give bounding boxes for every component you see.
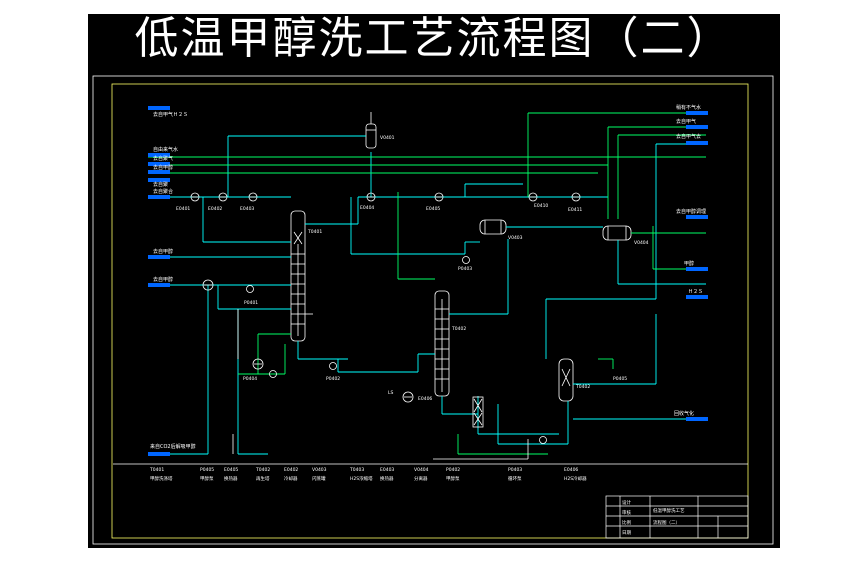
legend-desc-9: 分离器 [414, 475, 428, 482]
tag-e0403: E0403 [240, 206, 254, 212]
legend-tag-7: T0403 [349, 467, 364, 473]
tag-e0404: E0404 [360, 205, 374, 211]
pumps[interactable] [246, 256, 547, 444]
legend-desc-6: 闪蒸罐 [312, 475, 326, 482]
label-in8: 去自甲醇 [153, 276, 173, 283]
legend-tag-5: E0402 [284, 467, 298, 473]
title-drawing: 流程图（二） [653, 519, 680, 526]
flow-diagram: T0401 T0402 T0402 V0401 V0403 V0404 E040… [92, 75, 774, 545]
tag-e0401: E0401 [176, 206, 190, 212]
label-out7: 回收气化 [674, 410, 694, 417]
legend-tag-6: V0403 [312, 467, 327, 473]
vessel-v0404[interactable] [602, 225, 632, 241]
vessel-v0403[interactable] [479, 219, 507, 235]
legend-tag-4: T0402 [255, 467, 270, 473]
legend-desc-11: 循环泵 [508, 475, 522, 482]
vessel-v0401[interactable] [365, 112, 377, 149]
legend-tag-1: T0401 [149, 467, 164, 473]
tower-right[interactable] [558, 358, 574, 402]
label-in7: 去自甲醇 [153, 248, 173, 255]
green-process-lines [148, 112, 706, 455]
tag-vessel-v0404: V0404 [634, 240, 649, 246]
label-out2: 去自甲气 [676, 118, 696, 125]
legend-strip: T0401 甲醇洗涤塔 P0405 甲醇泵 E0405 换热器 T0402 再生… [149, 467, 587, 482]
tower-t0402[interactable] [434, 290, 450, 397]
tag-vessel-v0401: V0401 [380, 135, 395, 141]
tag-tower-right: T0402 [575, 384, 590, 390]
exchangers[interactable] [190, 192, 581, 403]
legend-tag-8: E0403 [380, 467, 394, 473]
tag-e0410: E0410 [534, 203, 548, 209]
legend-tag-11: P0403 [508, 467, 522, 473]
tag-tower-t0402: T0402 [451, 326, 466, 332]
legend-tag-3: E0405 [224, 467, 238, 473]
tag-tower-t0401: T0401 [307, 229, 322, 235]
legend-tag-2: P0405 [200, 467, 214, 473]
legend-desc-1: 甲醇洗涤塔 [150, 475, 173, 482]
tag-p0401: P0401 [244, 300, 258, 306]
label-in6: 去自聚合 [153, 188, 173, 195]
legend-desc-10: 甲醇泵 [446, 475, 460, 482]
drawing-canvas: T0401 T0402 T0402 V0401 V0403 V0404 E040… [88, 14, 780, 548]
label-out4: 去自甲醇调理 [676, 208, 706, 215]
label-out5: 甲醇 [684, 260, 694, 267]
tag-steam: LS [388, 390, 394, 396]
tag-p0405: P0405 [613, 376, 627, 382]
legend-desc-5: 冷却器 [284, 475, 298, 482]
tag-p0404: P0404 [243, 376, 257, 382]
legend-desc-4: 再生塔 [256, 475, 270, 482]
tag-e0405: E0405 [426, 206, 440, 212]
tag-vessel-v0403: V0403 [508, 235, 523, 241]
legend-desc-8: 换热器 [380, 475, 394, 482]
label-in5: 去自聚 [153, 181, 168, 188]
legend-desc-3: 换热器 [224, 475, 238, 482]
label-in3: 去自聚气 [153, 155, 173, 162]
cyan-process-lines [148, 135, 706, 455]
label-in4: 去自甲醇 [153, 164, 173, 171]
label-out3: 去自甲气去 [676, 133, 701, 140]
legend-tag-10: P0402 [446, 467, 460, 473]
label-out6: Ｈ２Ｓ [688, 289, 703, 295]
tag-e0406: E0406 [418, 396, 432, 402]
tag-p0403: P0403 [458, 266, 472, 272]
label-in9: 来自CO2后解吸甲醇 [150, 443, 196, 450]
legend-desc-2: 甲醇泵 [200, 475, 214, 482]
title-r4: 日期 [622, 530, 631, 536]
legend-tag-9: V0404 [414, 467, 429, 473]
tag-e0402: E0402 [208, 206, 222, 212]
page-title: 低温甲醇洗工艺流程图（二） [134, 13, 733, 64]
title-project: 低温甲醇洗工艺 [653, 507, 685, 514]
tower-t0401[interactable] [290, 210, 306, 342]
legend-desc-12: H2S冷却器 [564, 475, 587, 482]
label-in2: 自由来气水 [153, 146, 178, 153]
label-in1: 去自甲气Ｈ２Ｓ [153, 111, 188, 118]
title-r3: 比例 [622, 519, 631, 526]
title-r1: 设计 [622, 499, 631, 506]
tag-p0402: P0402 [326, 376, 340, 382]
outer-frame [92, 75, 774, 545]
tag-e0411: E0411 [568, 207, 582, 213]
label-out1: 稍有不气水 [676, 104, 701, 111]
legend-desc-7: H2S浓缩塔 [350, 475, 373, 482]
legend-tag-12: E0406 [564, 467, 578, 473]
title-r2: 审核 [622, 509, 631, 516]
